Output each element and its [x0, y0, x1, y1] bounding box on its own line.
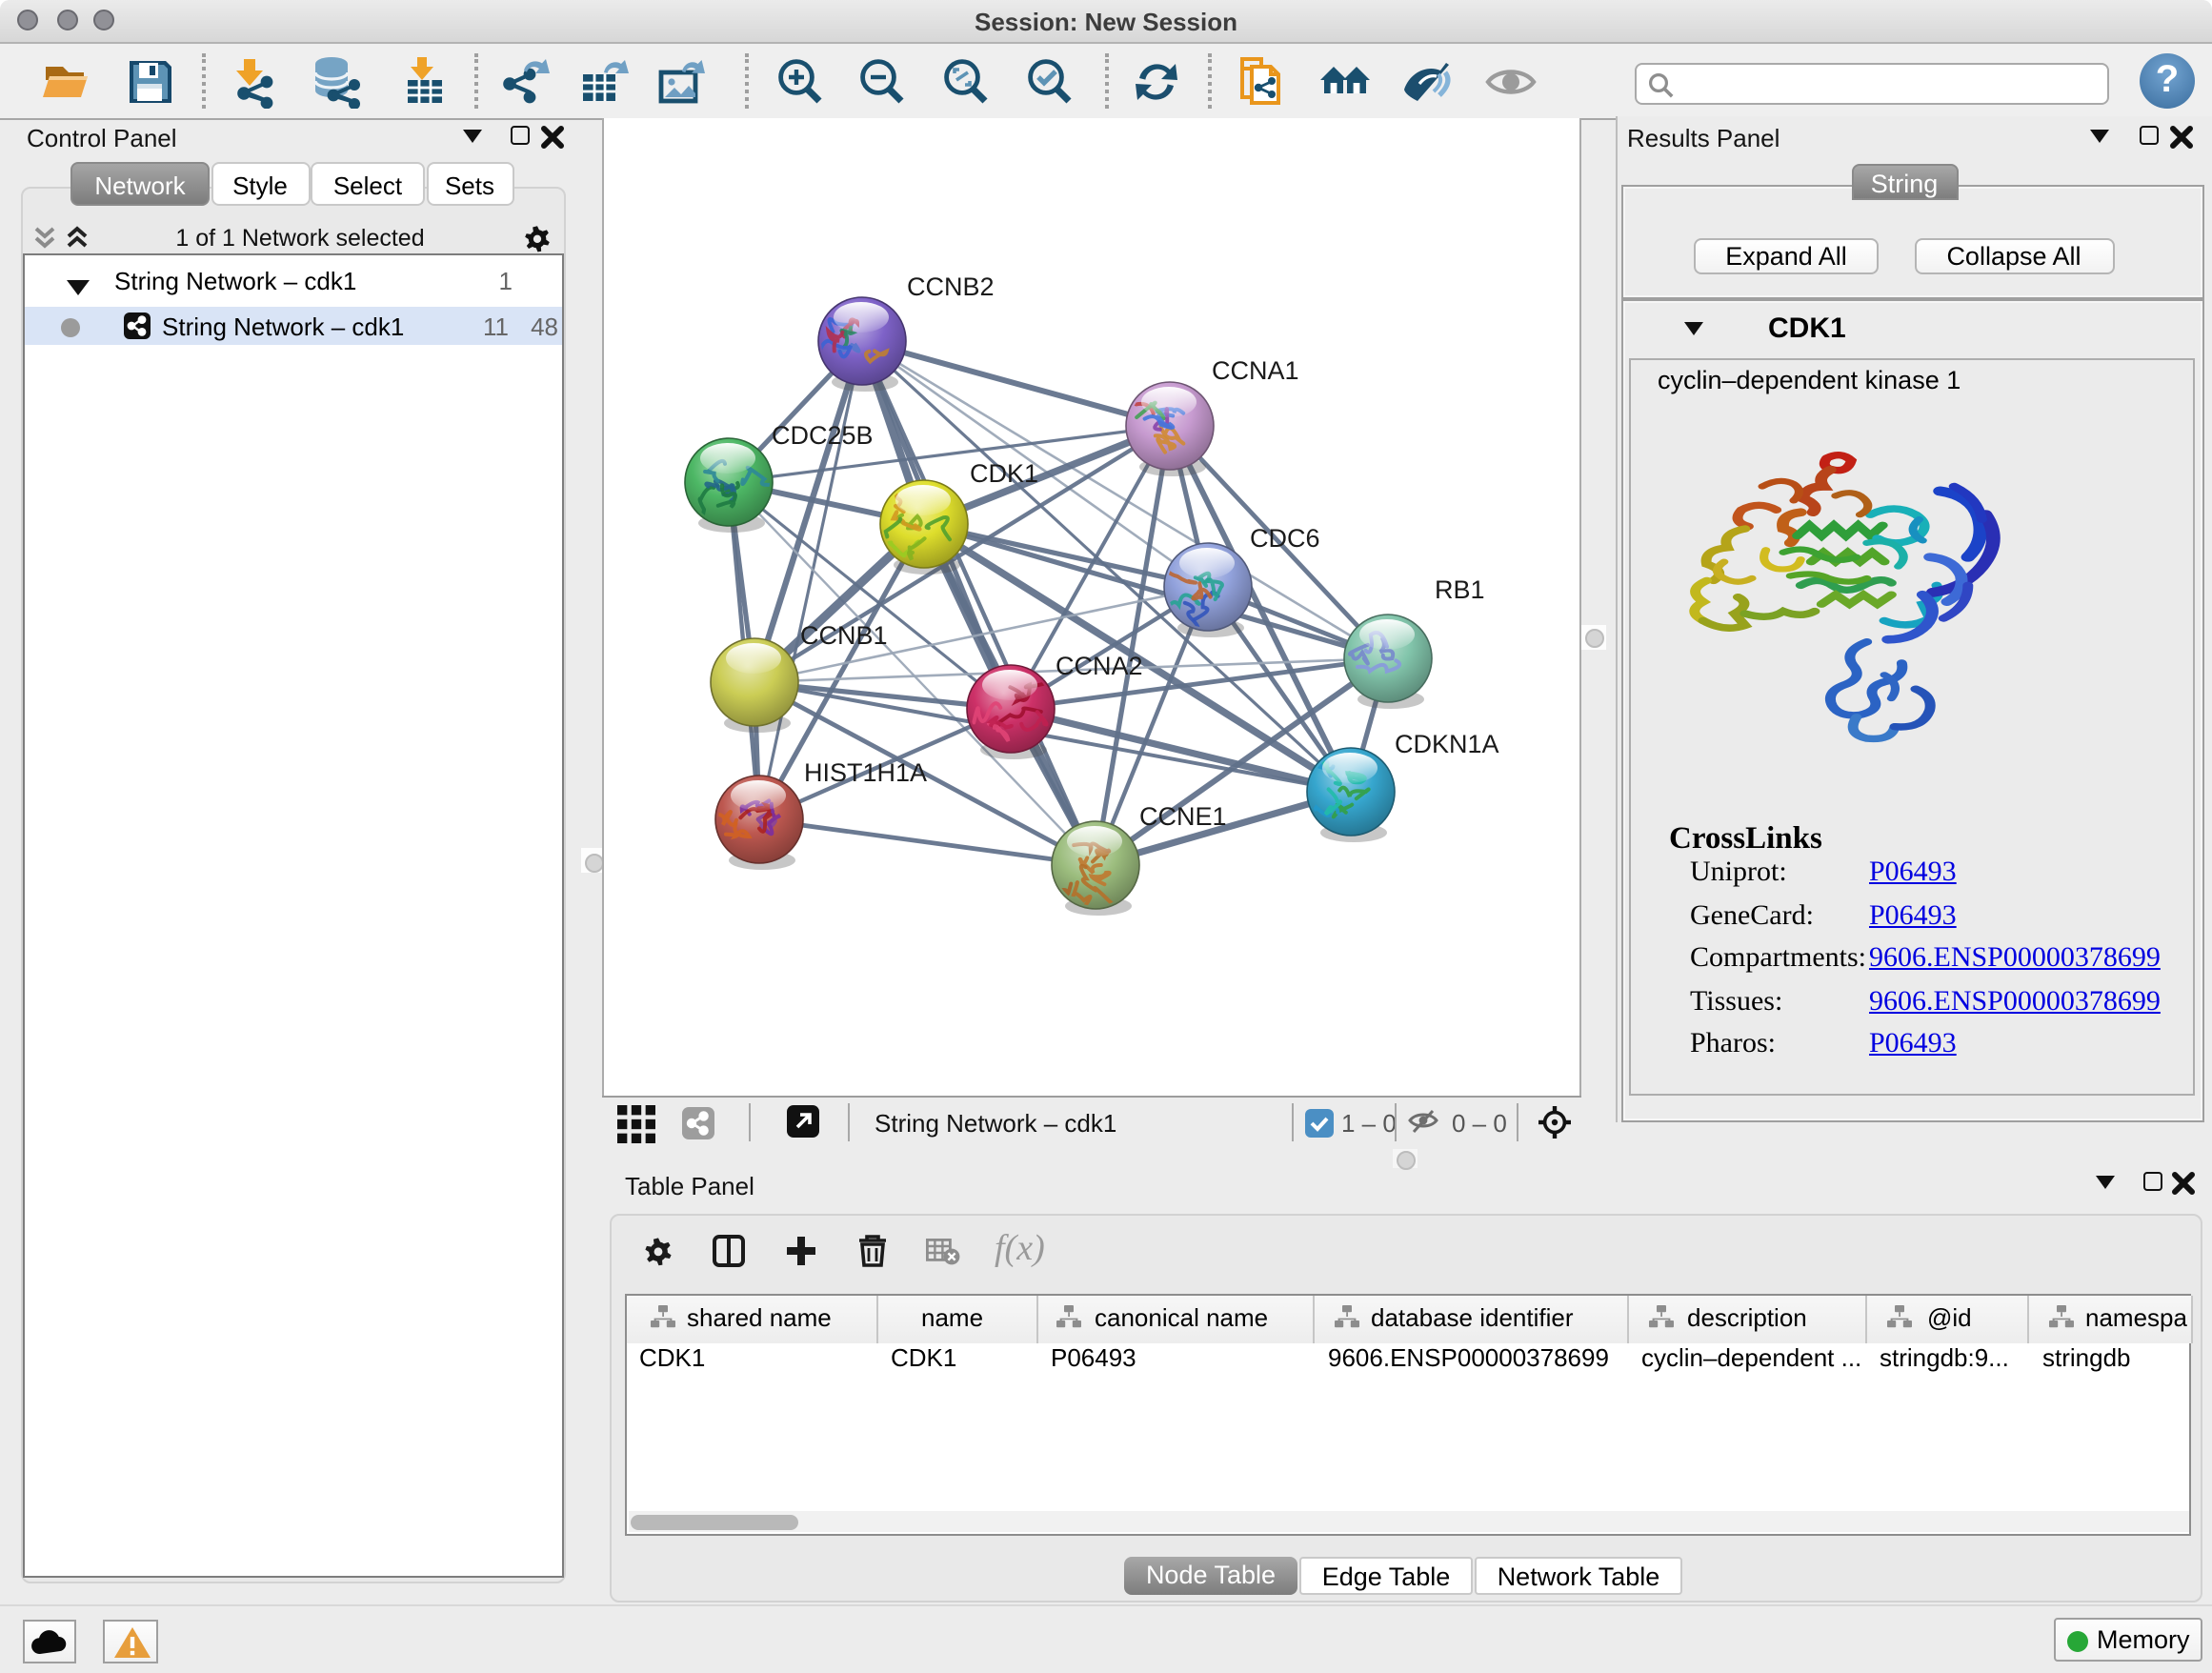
svg-text:HIST1H1A: HIST1H1A — [804, 758, 927, 787]
svg-text:CDKN1A: CDKN1A — [1395, 730, 1499, 758]
svg-text:CDK1: CDK1 — [970, 459, 1038, 488]
svg-text:CCNA1: CCNA1 — [1212, 356, 1299, 385]
svg-text:CDC6: CDC6 — [1250, 524, 1320, 553]
svg-text:RB1: RB1 — [1435, 575, 1485, 604]
svg-text:CCNA2: CCNA2 — [1056, 652, 1143, 680]
svg-text:CCNB2: CCNB2 — [907, 272, 995, 301]
svg-text:CCNB1: CCNB1 — [800, 621, 888, 650]
svg-text:CDC25B: CDC25B — [772, 421, 874, 450]
svg-text:CCNE1: CCNE1 — [1139, 802, 1227, 831]
